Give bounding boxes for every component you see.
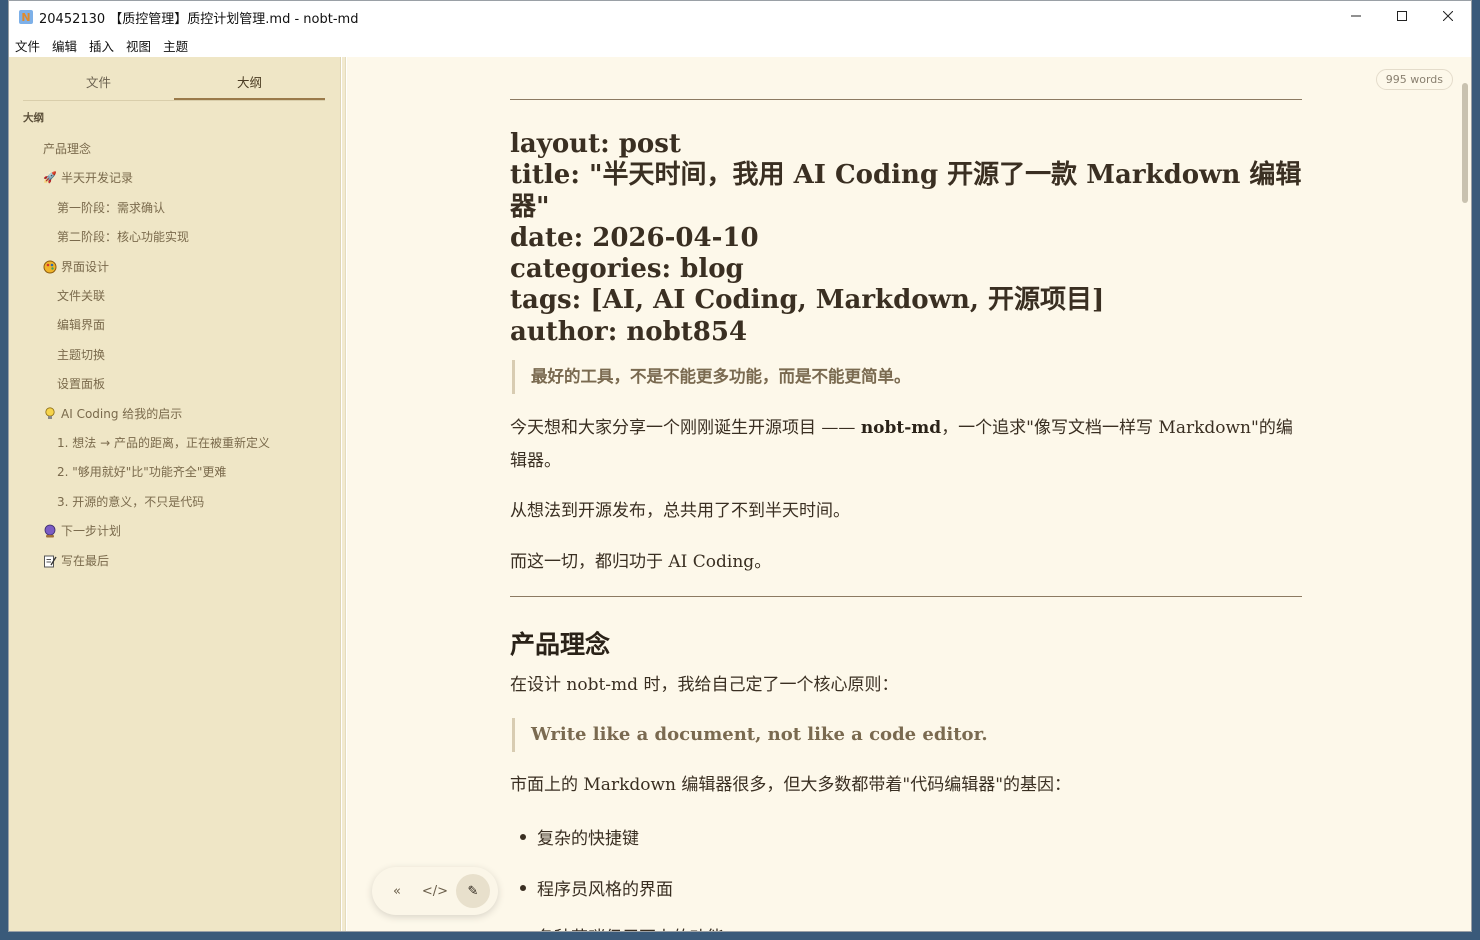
outline-item[interactable]: 文件关联 <box>57 287 105 304</box>
outline-item[interactable]: 3. 开源的意义，不只是代码 <box>57 493 204 510</box>
frontmatter-line: title: "半天时间，我用 AI Coding 开源了一款 Markdown… <box>510 160 1302 222</box>
paragraph: 在设计 nobt-md 时，我给自己定了一个核心原则： <box>510 675 899 695</box>
tab-outline[interactable]: 大纲 <box>174 69 325 100</box>
word-count-badge: 995 words <box>1375 69 1453 90</box>
bold-text: nobt-md <box>860 418 942 438</box>
paragraph: 从想法到开源发布，总共用了不到半天时间。 <box>510 501 850 521</box>
blockquote: 最好的工具，不是不能更多功能，而是不能更简单。 <box>512 360 911 394</box>
app-window: N 20452130 【质控管理】质控计划管理.md - nobt-md 文件 … <box>8 0 1472 932</box>
outline-item[interactable]: 下一步计划 <box>43 522 121 539</box>
scrollbar-thumb[interactable] <box>1462 83 1468 203</box>
sidebar-tabs: 文件 大纲 <box>23 69 325 101</box>
divider <box>510 596 1302 597</box>
outline-item[interactable]: 设置面板 <box>57 375 105 392</box>
menu-bar: 文件 编辑 插入 视图 主题 <box>9 33 1471 57</box>
frontmatter-line: author: nobt854 <box>510 316 748 347</box>
minimize-button[interactable] <box>1333 1 1379 31</box>
palette-icon <box>43 260 57 274</box>
frontmatter-line: layout: post <box>510 129 681 159</box>
rocket-icon: 🚀 <box>43 171 57 184</box>
menu-theme[interactable]: 主题 <box>163 36 188 55</box>
tab-files[interactable]: 文件 <box>23 69 174 100</box>
app-icon: N <box>19 10 33 24</box>
window-title: 20452130 【质控管理】质控计划管理.md - nobt-md <box>39 11 359 27</box>
frontmatter-line: tags: [AI, AI Coding, Markdown, 开源项目] <box>510 285 1105 316</box>
outline-item[interactable]: AI Coding 给我的启示 <box>43 405 182 422</box>
editor-pane[interactable]: 995 words layout: post title: "半天时间，我用 A… <box>347 57 1459 931</box>
editor-scrollbar[interactable] <box>1459 57 1471 931</box>
paragraph: 市面上的 Markdown 编辑器很多，但大多数都带着"代码编辑器"的基因： <box>510 775 1072 795</box>
list-item: 复杂的快捷键 <box>520 824 639 849</box>
outline-item[interactable]: 界面设计 <box>43 258 109 275</box>
frontmatter-line: categories: blog <box>510 254 744 285</box>
sidebar-splitter[interactable] <box>342 57 346 931</box>
divider <box>510 99 1302 100</box>
frontmatter-line: date: 2026-04-10 <box>510 222 759 253</box>
list-item: 各种花哨但用不上的功能 <box>520 923 724 931</box>
outline-item[interactable]: 写在最后 <box>43 552 109 569</box>
menu-insert[interactable]: 插入 <box>89 36 114 55</box>
crystal-ball-icon <box>43 524 57 538</box>
heading-2: 产品理念 <box>510 630 611 659</box>
edit-mode-button[interactable]: ✎ <box>456 874 490 908</box>
outline-item[interactable]: 2. "够用就好"比"功能齐全"更难 <box>57 463 226 480</box>
menu-edit[interactable]: 编辑 <box>52 36 77 55</box>
minimize-icon <box>1351 15 1361 17</box>
floating-toolbar: « </> ✎ <box>372 867 498 915</box>
memo-icon <box>43 554 57 568</box>
outline-item[interactable]: 编辑界面 <box>57 316 105 333</box>
outline-item[interactable]: 第一阶段：需求确认 <box>57 199 165 216</box>
outline-item[interactable]: 🚀 半天开发记录 <box>43 169 133 186</box>
paragraph: 而这一切，都归功于 AI Coding。 <box>510 552 772 572</box>
maximize-button[interactable] <box>1379 1 1425 31</box>
close-button[interactable] <box>1425 1 1471 31</box>
source-mode-button[interactable]: </> <box>418 874 452 908</box>
outline-item[interactable]: 1. 想法 → 产品的距离，正在被重新定义 <box>57 434 270 451</box>
lightbulb-icon <box>43 406 57 421</box>
paragraph: 今天想和大家分享一个刚刚诞生开源项目 —— nobt-md，一个追求"像写文档一… <box>510 418 1293 471</box>
close-icon <box>1443 11 1453 21</box>
collapse-sidebar-button[interactable]: « <box>380 874 414 908</box>
blockquote: Write like a document, not like a code e… <box>512 718 988 752</box>
list-item: 程序员风格的界面 <box>520 875 673 900</box>
menu-file[interactable]: 文件 <box>15 36 40 55</box>
menu-view[interactable]: 视图 <box>126 36 151 55</box>
title-bar: N 20452130 【质控管理】质控计划管理.md - nobt-md <box>9 1 1471 33</box>
outline-item[interactable]: 主题切换 <box>57 346 105 363</box>
sidebar: 文件 大纲 大纲 产品理念 🚀 半天开发记录 第一阶段：需求确认 第二阶段：核心… <box>9 57 341 931</box>
frontmatter-block: layout: post title: "半天时间，我用 AI Coding 开… <box>510 129 1302 348</box>
outline-heading: 大纲 <box>23 112 44 124</box>
outline-item[interactable]: 产品理念 <box>43 140 91 157</box>
outline-item[interactable]: 第二阶段：核心功能实现 <box>57 228 189 245</box>
maximize-icon <box>1397 11 1407 21</box>
